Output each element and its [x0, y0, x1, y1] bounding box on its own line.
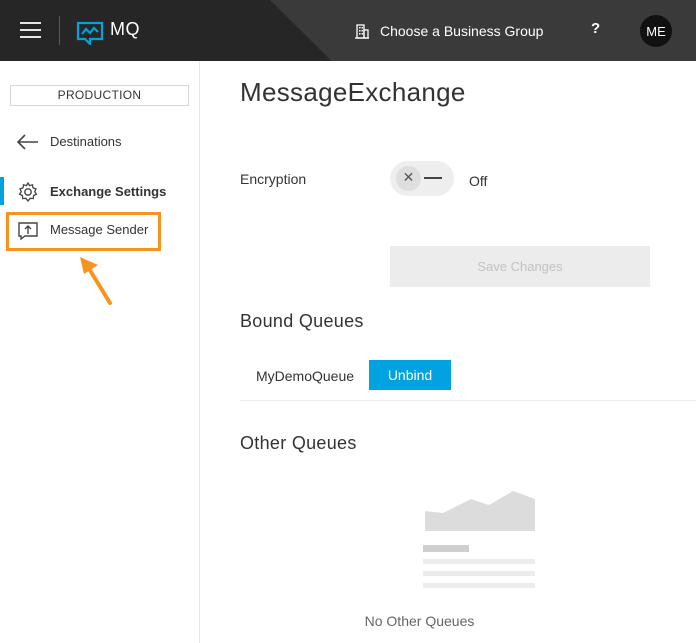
business-group-picker[interactable]: Choose a Business Group: [354, 20, 543, 42]
encryption-toggle[interactable]: ✕: [390, 161, 454, 196]
bound-queues-title: Bound Queues: [240, 311, 364, 331]
sidebar: PRODUCTION Destinations Exchange Setting…: [0, 61, 200, 643]
table-row: MyDemoQueue Unbind: [240, 359, 696, 401]
active-indicator: [0, 177, 4, 205]
mq-logo-icon: [76, 21, 104, 45]
other-queues-title: Other Queues: [240, 433, 357, 453]
empty-state-text: No Other Queues: [364, 613, 475, 629]
highlight-box: [6, 212, 161, 251]
page-title: MessageExchange: [240, 77, 466, 107]
sidebar-item-label: Exchange Settings: [50, 184, 167, 199]
unbind-button[interactable]: Unbind: [369, 360, 451, 390]
save-changes-button[interactable]: Save Changes: [390, 246, 650, 287]
sidebar-item-exchange-settings[interactable]: Exchange Settings: [0, 175, 199, 209]
encryption-label: Encryption: [240, 171, 307, 187]
environment-badge: PRODUCTION: [10, 85, 189, 106]
top-bar: MQ Choose a Business Group ? ME: [0, 0, 696, 61]
business-group-label: Choose a Business Group: [380, 23, 544, 39]
help-button[interactable]: ?: [591, 20, 600, 37]
annotation-arrow-icon: [80, 257, 112, 305]
user-avatar[interactable]: ME: [640, 15, 672, 47]
back-arrow-icon: [16, 134, 38, 150]
encryption-state: Off: [469, 173, 488, 189]
empty-state-illustration-icon: [423, 491, 535, 588]
toggle-track-dash: [424, 177, 442, 179]
sidebar-item-label: Destinations: [50, 134, 122, 149]
app-name: MQ: [110, 19, 140, 39]
close-icon: ✕: [396, 166, 421, 191]
header-divider: [59, 16, 60, 45]
menu-icon[interactable]: [20, 22, 41, 39]
gear-icon: [18, 181, 38, 203]
main-content: MessageExchange Encryption ✕ Off Save Ch…: [201, 61, 696, 643]
queue-name: MyDemoQueue: [256, 368, 355, 384]
sidebar-item-destinations[interactable]: Destinations: [0, 125, 199, 159]
building-icon: [355, 24, 369, 39]
